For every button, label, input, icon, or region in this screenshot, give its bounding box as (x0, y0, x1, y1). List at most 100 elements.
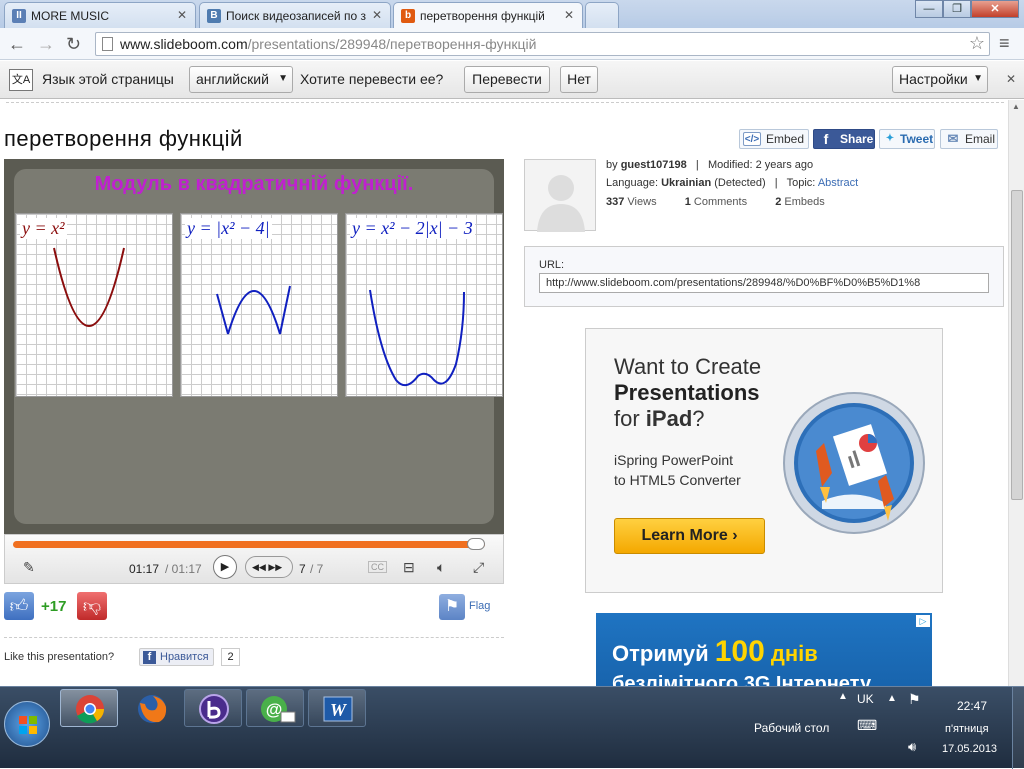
settings-button[interactable]: Настройки ▼ (892, 66, 988, 93)
restore-button[interactable]: ❐ (943, 0, 971, 18)
like-question: Like this presentation? (4, 651, 115, 663)
avatar[interactable] (524, 159, 596, 232)
close-icon[interactable]: ✕ (372, 8, 382, 22)
flag-icon[interactable]: ⚑ (439, 594, 465, 620)
by-label: by (606, 159, 618, 171)
vertical-scrollbar[interactable]: ▲ (1008, 100, 1024, 686)
banner-pre: Отримуй (612, 641, 709, 666)
like-count: 2 (221, 648, 240, 666)
pencil-icon[interactable]: ✎ (23, 559, 35, 576)
volume-icon[interactable]: 🔈︎ (437, 559, 445, 576)
scroll-up-icon[interactable]: ▲ (1012, 102, 1020, 111)
clock-day: п'ятниця (945, 723, 989, 735)
close-icon[interactable]: ✕ (1006, 72, 1016, 86)
ad-question: ? (692, 406, 705, 431)
tweet-button[interactable]: ✦ Tweet (879, 129, 935, 149)
tab-more-music[interactable]: II MORE MUSIC ✕ (4, 2, 196, 28)
internet-banner-ad[interactable]: Отримуй 100 днів безлімітного 3G Інтерне… (596, 613, 932, 686)
close-icon[interactable]: ✕ (177, 8, 187, 22)
current-slide: 7 (299, 562, 306, 576)
minimize-button[interactable]: — (915, 0, 943, 18)
twitter-icon: ✦ (885, 133, 895, 144)
divider (6, 100, 1004, 103)
thumbs-up-icon[interactable]: 👍︎ (4, 592, 34, 620)
adchoices-icon[interactable]: ▷ (916, 615, 930, 627)
topic-link[interactable]: Abstract (818, 177, 858, 189)
facebook-share-button[interactable]: f Share (813, 129, 875, 149)
show-desktop-button[interactable] (1012, 687, 1024, 769)
tweet-label: Tweet (900, 132, 934, 146)
show-hidden-icons-icon[interactable]: ▲ (887, 693, 897, 704)
embeds-count: 2 (775, 196, 782, 208)
slide-title: Модуль в квадратичній функції. (94, 173, 414, 195)
views-label: Views (627, 196, 657, 208)
learn-more-label: Learn More (641, 527, 728, 544)
graph-panel: y = x² − 2|x| − 3 (345, 213, 503, 397)
views-count: 337 (606, 196, 625, 208)
total-time: / 01:17 (165, 562, 202, 576)
facebook-like-button[interactable]: f Нравится (139, 648, 214, 666)
taskbar-bittorrent[interactable] (184, 689, 242, 727)
new-tab-button[interactable] (585, 2, 619, 28)
progress-bar[interactable] (13, 541, 485, 548)
graph-panel: y = x² (15, 213, 173, 397)
close-window-button[interactable]: ✕ (971, 0, 1019, 18)
start-button[interactable] (4, 701, 50, 747)
ispring-ad[interactable]: Want to Create Presentations for iPad? i… (585, 328, 943, 593)
slide-viewer[interactable]: Модуль в квадратичній функції. y = x² y … (4, 159, 504, 534)
tab-label: Поиск видеозаписей по з (226, 9, 366, 23)
menu-icon[interactable]: ≡ (999, 33, 1010, 54)
translate-button[interactable]: Перевести (464, 66, 550, 93)
facebook-icon: f (143, 651, 156, 664)
action-center-flag-icon[interactable]: ⚑ (908, 691, 921, 708)
keyboard-icon[interactable]: ⌨ (857, 717, 877, 734)
no-button[interactable]: Нет (560, 66, 598, 93)
close-icon[interactable]: ✕ (564, 8, 574, 22)
embed-button[interactable]: </> Embed (739, 129, 809, 149)
word-icon: W (323, 696, 353, 722)
flag-link[interactable]: Flag (469, 600, 490, 612)
tab-vk-search[interactable]: B Поиск видеозаписей по з ✕ (199, 2, 391, 28)
language-label: Language: (606, 177, 658, 189)
tab-label: MORE MUSIC (31, 9, 109, 23)
taskbar-mail-agent[interactable]: @ (246, 689, 304, 727)
translate-button-label: Перевести (472, 71, 542, 87)
fullscreen-icon[interactable]: ⤢ (473, 559, 484, 576)
desktop-toolbar-label[interactable]: Рабочий стол (754, 721, 829, 735)
tab-slideboom[interactable]: b перетворення функцій ✕ (393, 2, 583, 28)
scrollbar-thumb[interactable] (1011, 190, 1023, 500)
clock-time[interactable]: 22:47 (957, 699, 987, 713)
language-indicator[interactable]: UK (857, 692, 874, 706)
user-silhouette-icon (537, 175, 585, 232)
captions-icon[interactable]: CC (368, 561, 387, 573)
progress-handle[interactable] (467, 538, 485, 550)
email-button[interactable]: ✉ Email (940, 129, 998, 149)
play-icon[interactable]: ▶ (213, 555, 237, 579)
taskbar-chrome[interactable] (60, 689, 118, 727)
page-title: перетворення функцій (4, 126, 243, 151)
svg-text:@: @ (266, 700, 283, 719)
ad-headline-1: Want to Create (614, 354, 762, 379)
author-link[interactable]: guest107198 (621, 159, 687, 171)
windows-logo-icon (19, 716, 37, 734)
language-select[interactable]: английский ▼ (189, 66, 293, 93)
forward-icon[interactable]: → (37, 34, 55, 55)
navigation-toolbar: ← → ↻ www.slideboom.com/presentations/28… (0, 28, 1024, 60)
player-controls: ✎ 01:17 / 01:17 ▶ ◀◀ ▶▶ 7 / 7 CC ⊟ 🔈︎ ⤢ (4, 534, 504, 584)
firefox-icon (138, 695, 167, 723)
reload-icon[interactable]: ↻ (66, 34, 81, 55)
taskbar-word[interactable]: W (308, 689, 366, 727)
w-shaped-graph (369, 289, 465, 387)
abs-parabola-graph (216, 285, 291, 335)
star-icon[interactable]: ☆ (969, 33, 985, 54)
thumbs-down-icon[interactable]: 👎︎ (77, 592, 107, 620)
learn-more-button[interactable]: Learn More › (614, 518, 765, 554)
url-field[interactable]: http://www.slideboom.com/presentations/2… (539, 273, 989, 293)
layout-icon[interactable]: ⊟ (403, 559, 415, 576)
back-icon[interactable]: ← (8, 34, 26, 55)
chevron-icon[interactable]: ▲ (838, 691, 848, 702)
volume-icon[interactable]: 🔊︎ (908, 739, 916, 755)
address-bar[interactable]: www.slideboom.com/presentations/289948/п… (95, 32, 990, 56)
taskbar-firefox[interactable] (122, 689, 180, 727)
slide-navigation[interactable]: ◀◀ ▶▶ (245, 556, 293, 578)
